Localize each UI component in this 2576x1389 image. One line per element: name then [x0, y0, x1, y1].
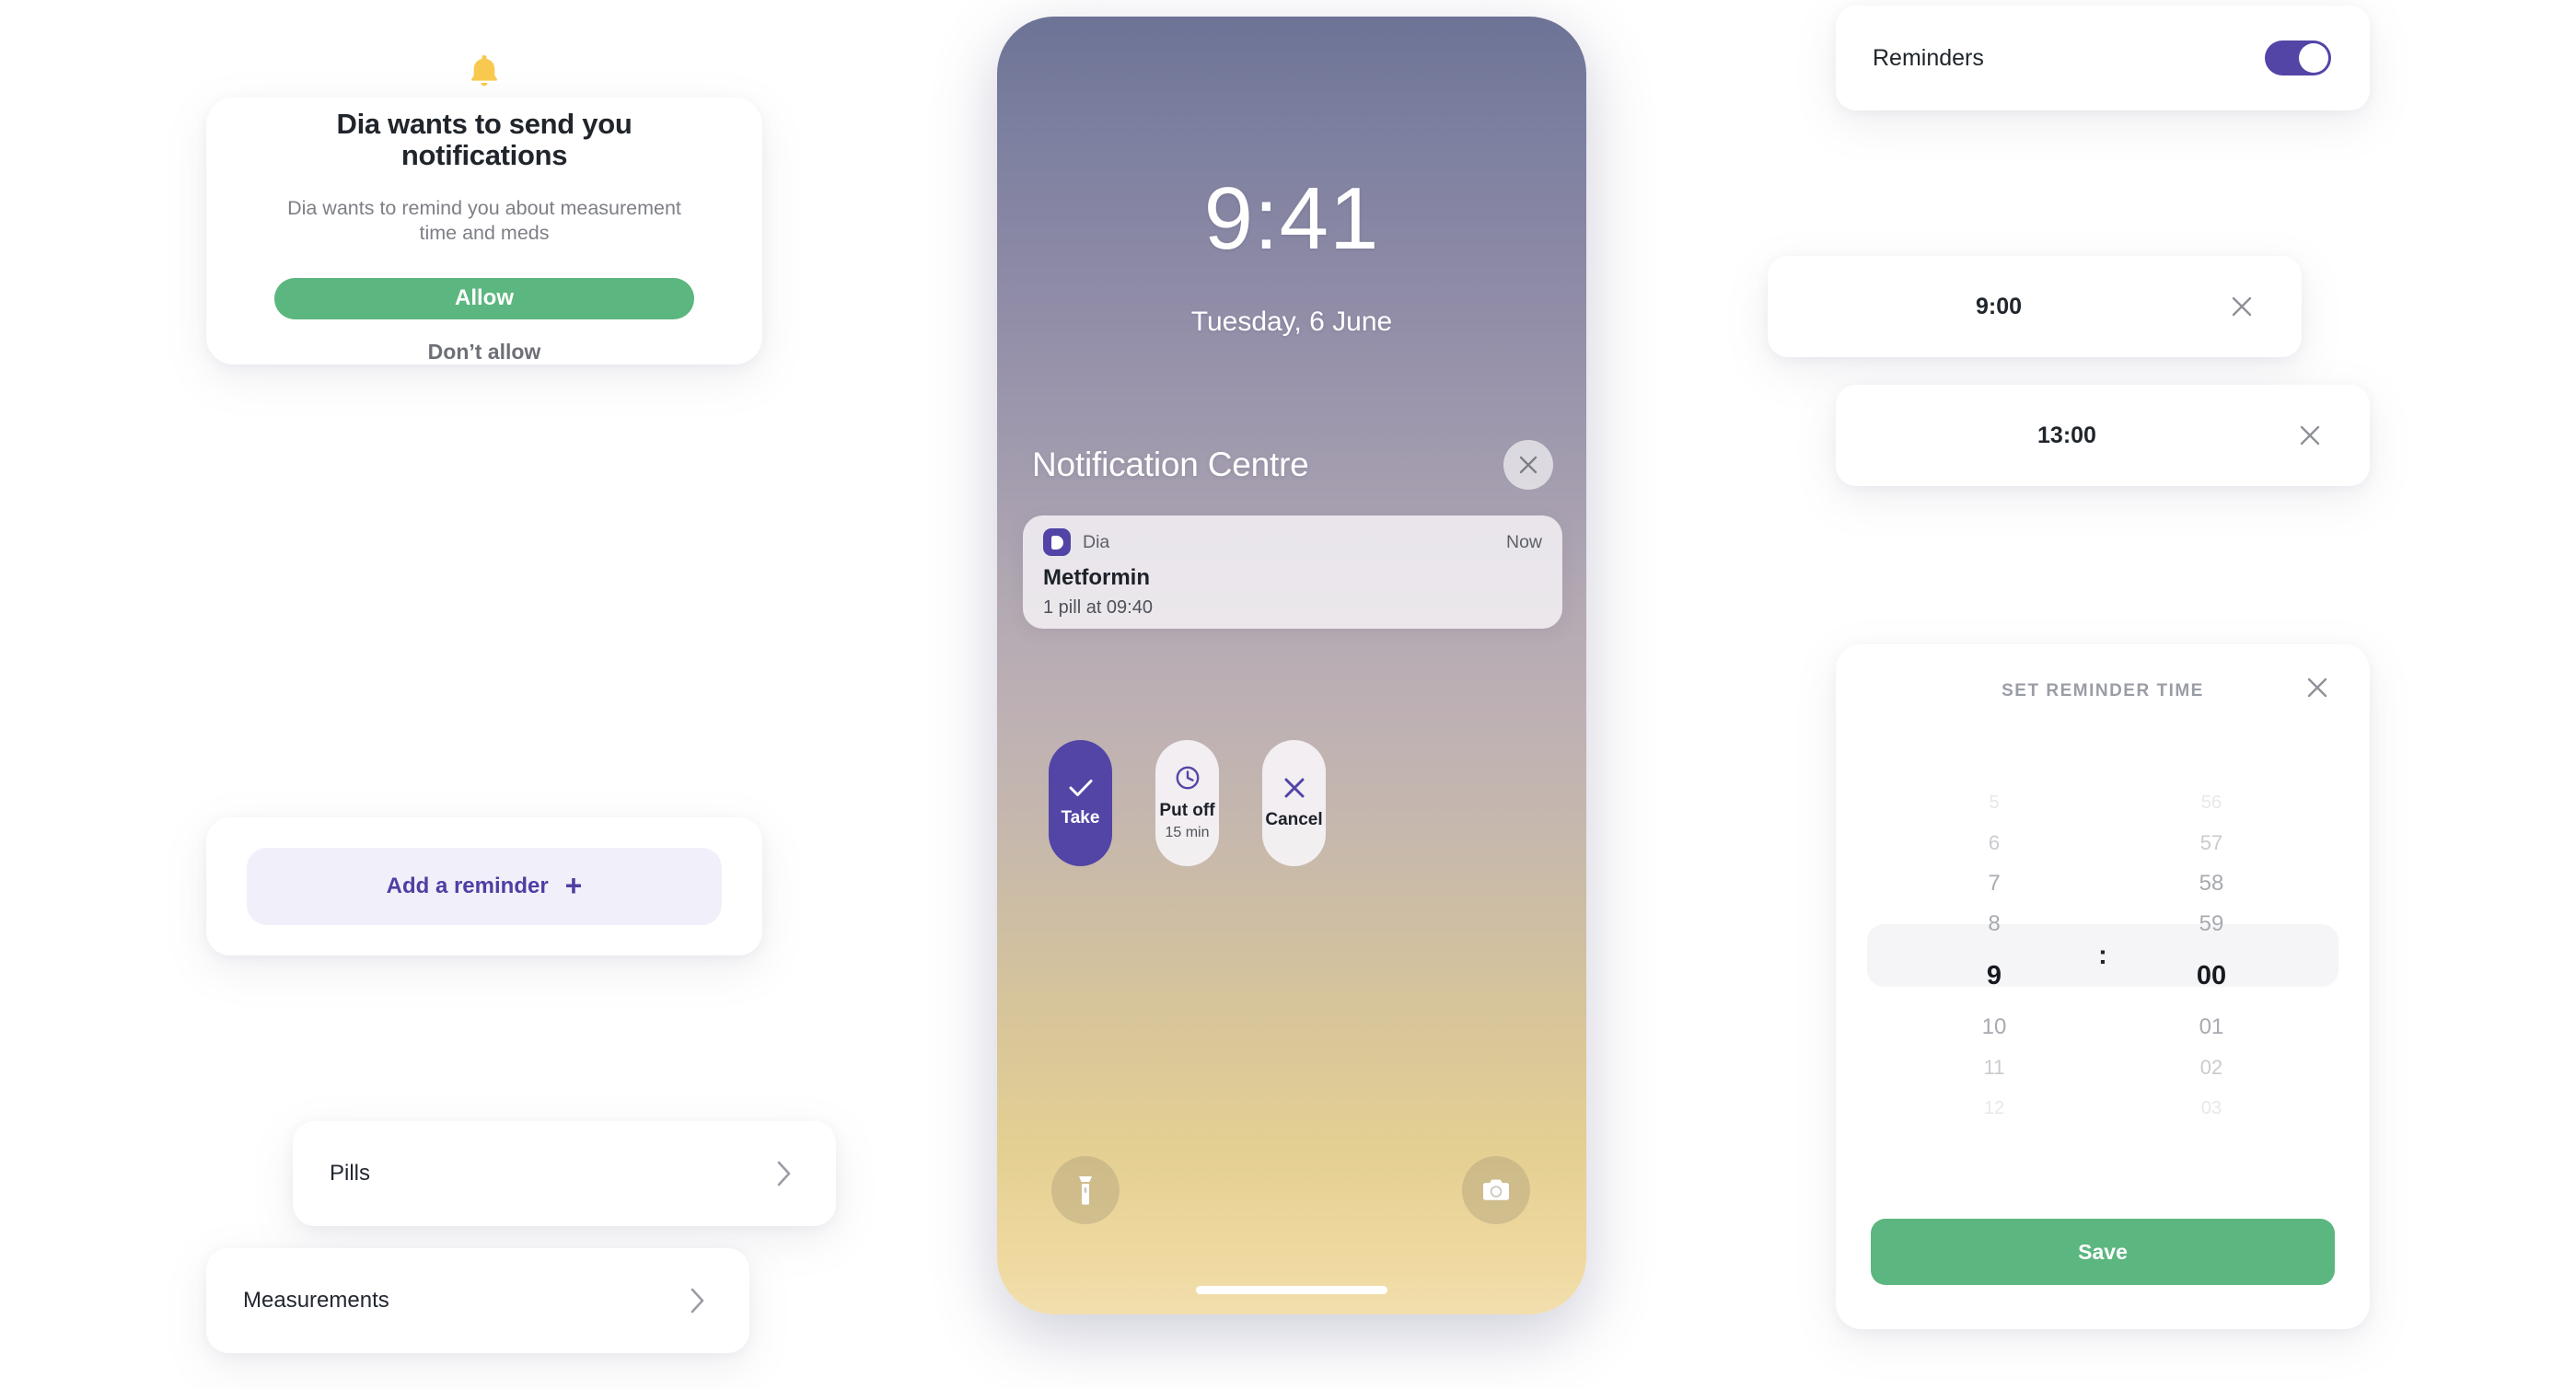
minute-option[interactable]: 58: [2199, 863, 2224, 904]
save-button[interactable]: Save: [1871, 1219, 2335, 1285]
reminders-toggle[interactable]: [2265, 41, 2331, 75]
nav-card-measurements: Measurements: [206, 1248, 749, 1353]
sidebar-item-pills[interactable]: Pills: [293, 1121, 836, 1226]
chevron-right-icon: [777, 1161, 791, 1186]
toggle-knob: [2299, 43, 2328, 73]
time-separator: :: [2098, 940, 2107, 970]
sidebar-item-measurements[interactable]: Measurements: [206, 1248, 749, 1353]
minute-option[interactable]: 56: [2201, 782, 2222, 823]
phone-mockup: 9:41 Tuesday, 6 June Notification Centre…: [997, 17, 1586, 1314]
put-off-sublabel: 15 min: [1165, 824, 1210, 840]
hour-option[interactable]: 10: [1982, 1007, 2007, 1048]
hour-selected[interactable]: 9: [1987, 944, 2002, 1007]
page-title: Dia wants to send you notifications: [336, 107, 632, 172]
reminder-time-row: 9:00: [1768, 256, 2302, 357]
remove-reminder-button[interactable]: [2230, 295, 2254, 318]
notification-app: Dia: [1043, 528, 1109, 556]
reminder-time-row: 13:00: [1836, 385, 2370, 486]
minute-option[interactable]: 59: [2199, 904, 2224, 944]
minute-option[interactable]: 02: [2200, 1048, 2222, 1088]
hour-wheel[interactable]: 5 6 7 8 9 10 11 12: [1904, 753, 2084, 1158]
reminders-row: Reminders: [1836, 6, 2370, 110]
add-reminder-card: Add a reminder +: [206, 817, 762, 955]
reminders-label: Reminders: [1873, 44, 1984, 71]
hour-option[interactable]: 7: [1988, 863, 2000, 904]
hour-option[interactable]: 5: [1989, 782, 1999, 823]
notification-timestamp: Now: [1505, 531, 1542, 552]
remove-reminder-button[interactable]: [2298, 423, 2322, 447]
minute-option[interactable]: 57: [2200, 823, 2222, 863]
notification-centre-title: Notification Centre: [1032, 446, 1309, 483]
flashlight-glyph: [1079, 1176, 1092, 1205]
minute-wheel[interactable]: 56 57 58 59 00 01 02 03: [2121, 753, 2302, 1158]
minute-option[interactable]: 01: [2199, 1007, 2224, 1048]
nav-row-label: Pills: [330, 1161, 371, 1186]
reminder-time-value: 9:00: [1975, 293, 2023, 319]
dont-allow-button[interactable]: Don’t allow: [274, 340, 694, 365]
notification-card[interactable]: Dia Now Metformin 1 pill at 09:40: [1023, 515, 1562, 629]
close-icon: [2232, 296, 2252, 317]
add-reminder-button[interactable]: Add a reminder +: [247, 848, 722, 925]
lock-screen-date: Tuesday, 6 June: [1190, 307, 1393, 337]
notification-app-name: Dia: [1083, 531, 1110, 552]
close-icon[interactable]: [1503, 440, 1553, 490]
time-wheels: 5 6 7 8 9 10 11 12 : 56 57 58 59 00 01 0…: [1836, 753, 2370, 1158]
nav-row-label: Measurements: [243, 1288, 389, 1313]
dia-app-icon-mark: [1050, 535, 1063, 550]
set-reminder-time-card: SET REMINDER TIME 5 6 7 8 9 10 11 12 : 5…: [1836, 644, 2370, 1329]
close-icon: [1284, 778, 1304, 798]
reminder-time-value: 13:00: [2037, 422, 2096, 448]
add-reminder-label: Add a reminder: [386, 874, 549, 898]
notification-body: 1 pill at 09:40: [1043, 597, 1153, 618]
reminder-time-inner: 13:00: [1836, 385, 2370, 486]
camera-glyph: [1483, 1179, 1509, 1200]
screen-root: Dia wants to send you notifications Dia …: [0, 0, 2576, 1389]
nav-card-pills: Pills: [293, 1121, 836, 1226]
hour-option[interactable]: 12: [1984, 1088, 2004, 1129]
close-glyph: [2307, 677, 2327, 698]
plus-icon: +: [564, 869, 583, 902]
reminders-toggle-card: Reminders: [1836, 6, 2370, 110]
allow-button[interactable]: Allow: [274, 277, 694, 319]
flashlight-icon[interactable]: [1051, 1156, 1120, 1224]
notification-header: Dia Now: [1043, 528, 1542, 556]
chevron-right-icon: [690, 1288, 704, 1314]
camera-icon[interactable]: [1462, 1156, 1530, 1224]
check-icon: [1069, 780, 1092, 797]
put-off-label: Put off: [1159, 801, 1215, 821]
home-indicator: [1196, 1286, 1387, 1294]
minute-selected[interactable]: 00: [2197, 944, 2226, 1007]
clock-icon: [1176, 766, 1199, 790]
lock-screen-time: 9:41: [1203, 169, 1380, 268]
close-glyph: [1519, 456, 1537, 474]
minute-option[interactable]: 03: [2201, 1088, 2222, 1129]
put-off-button[interactable]: Put off 15 min: [1155, 740, 1219, 866]
hour-option[interactable]: 6: [1989, 823, 2000, 863]
bell-icon: [471, 54, 497, 87]
take-label: Take: [1061, 808, 1100, 828]
hour-option[interactable]: 11: [1984, 1048, 2005, 1088]
take-button[interactable]: Take: [1049, 740, 1112, 866]
notification-title: Metformin: [1043, 565, 1150, 590]
picker-header: SET REMINDER TIME: [1836, 677, 2370, 701]
notification-actions: Take Put off 15 min Cancel: [1049, 740, 1326, 866]
notification-centre-header: Notification Centre: [1032, 440, 1553, 490]
reminder-time-inner: 9:00: [1768, 256, 2302, 357]
dia-app-icon: [1043, 528, 1071, 556]
close-icon[interactable]: [2305, 676, 2329, 702]
picker-title: SET REMINDER TIME: [2002, 681, 2204, 700]
cancel-label: Cancel: [1265, 810, 1323, 830]
close-icon: [2300, 425, 2320, 446]
hour-option[interactable]: 8: [1988, 904, 2000, 944]
permission-subtitle: Dia wants to remind you about measuremen…: [287, 197, 681, 245]
notification-permission-content: Dia wants to send you notifications Dia …: [206, 28, 762, 365]
cancel-button[interactable]: Cancel: [1262, 740, 1326, 866]
